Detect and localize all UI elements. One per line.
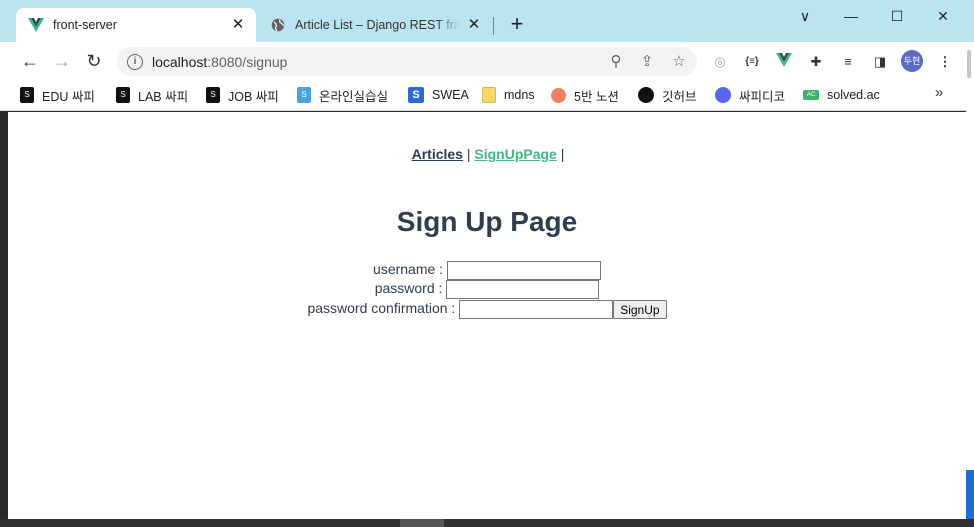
share-icon[interactable]: ⇪: [638, 53, 656, 71]
tab-search-button[interactable]: ∨: [782, 4, 828, 28]
bookmarks-bar: S EDU 싸피 S LAB 싸피 S JOB 싸피 S 온라인실습실 S SWEA md…: [0, 80, 974, 111]
new-tab-button[interactable]: +: [506, 13, 528, 36]
peach-icon: [551, 87, 566, 103]
vue-logo-icon: [28, 17, 44, 33]
folder-icon: [482, 87, 496, 103]
bookmark-item[interactable]: 5반 노션: [551, 86, 619, 104]
password-label: password :: [374, 280, 447, 297]
bookmark-item[interactable]: S JOB 싸피: [206, 86, 279, 104]
reload-icon[interactable]: ↻: [83, 50, 105, 72]
bookmark-item[interactable]: 깃허브: [638, 86, 697, 104]
bookmark-star-icon[interactable]: ☆: [670, 53, 688, 71]
password-confirmation-row: password confirmation : SignUp: [8, 300, 966, 320]
page-viewport: Articles | SignUpPage | Sign Up Page use…: [8, 112, 968, 519]
site-info-icon[interactable]: i: [127, 53, 143, 70]
bookmark-item[interactable]: S EDU 싸피: [20, 86, 95, 104]
signup-button[interactable]: SignUp: [613, 300, 667, 319]
tab-article-list[interactable]: Article List – Django REST framework ✕: [260, 8, 492, 42]
media-control-icon[interactable]: ≡: [839, 53, 857, 71]
tab-title: Article List – Django REST framework: [295, 18, 460, 32]
side-panel-icon[interactable]: ◨: [871, 53, 889, 71]
bookmark-item[interactable]: S SWEA: [408, 86, 469, 104]
username-label: username :: [373, 261, 447, 278]
desktop-background: [966, 470, 974, 519]
tab-separator: [493, 17, 494, 35]
scrollbar-thumb[interactable]: [967, 50, 971, 78]
password-row: password :: [8, 280, 966, 300]
minimize-button[interactable]: —: [828, 4, 874, 28]
tab-front-server[interactable]: front-server ✕: [16, 8, 256, 42]
close-window-button[interactable]: ✕: [920, 4, 966, 28]
bookmark-item[interactable]: 싸피디코: [715, 86, 785, 104]
json-formatter-icon[interactable]: {≡}: [743, 53, 761, 71]
browser-toolbar: ← → ↻ i localhost:8080/signup ⚲ ⇪ ☆ ◎ {≡…: [0, 42, 974, 80]
bookmark-item[interactable]: mdns: [482, 86, 535, 104]
forward-arrow-icon[interactable]: →: [51, 50, 73, 72]
bookmark-item[interactable]: S 온라인실습실: [297, 86, 388, 104]
bookmark-item[interactable]: AC solved.ac: [803, 86, 880, 104]
solvedac-icon: AC: [803, 90, 819, 100]
taskbar-item[interactable]: [400, 519, 444, 527]
username-row: username :: [8, 261, 966, 281]
profile-avatar[interactable]: 두현: [901, 50, 923, 72]
ssafy-icon: S: [297, 87, 311, 103]
swea-icon: S: [408, 87, 424, 103]
tab-title: front-server: [53, 18, 117, 32]
password-confirmation-label: password confirmation :: [307, 300, 460, 317]
more-bookmarks-icon[interactable]: »: [935, 84, 943, 101]
ssafy-icon: S: [20, 87, 34, 103]
app-nav: Articles | SignUpPage |: [411, 146, 565, 162]
taskbar: [0, 519, 974, 527]
password-input[interactable]: [446, 280, 600, 299]
extensions-puzzle-icon[interactable]: ✚: [807, 53, 825, 71]
extension-circle-icon[interactable]: ◎: [711, 53, 729, 71]
password-confirmation-input[interactable]: [459, 300, 614, 319]
address-bar[interactable]: i localhost:8080/signup ⚲ ⇪ ☆: [117, 47, 697, 76]
github-icon: [638, 87, 654, 103]
window-edge: [966, 42, 974, 519]
ssafy-icon: S: [206, 87, 220, 103]
bookmark-item[interactable]: S LAB 싸피: [116, 86, 188, 104]
vue-devtools-icon[interactable]: [775, 53, 793, 71]
url-text[interactable]: localhost:8080/signup: [152, 54, 287, 70]
back-arrow-icon[interactable]: ←: [19, 50, 41, 72]
more-menu-icon[interactable]: ⋮: [936, 53, 954, 71]
close-tab-icon[interactable]: ✕: [230, 17, 246, 33]
ssafy-icon: S: [116, 87, 130, 103]
username-input[interactable]: [446, 261, 601, 280]
close-tab-icon[interactable]: ✕: [466, 17, 482, 33]
globe-icon: [270, 17, 286, 33]
nav-link-articles[interactable]: Articles: [412, 146, 463, 162]
zoom-icon[interactable]: ⚲: [607, 53, 625, 71]
page-title: Sign Up Page: [396, 206, 578, 237]
maximize-button[interactable]: ☐: [874, 4, 920, 28]
nav-link-signup[interactable]: SignUpPage: [474, 146, 556, 162]
discord-icon: [715, 87, 731, 103]
tab-strip: front-server ✕ Article List – Django RES…: [0, 0, 974, 42]
